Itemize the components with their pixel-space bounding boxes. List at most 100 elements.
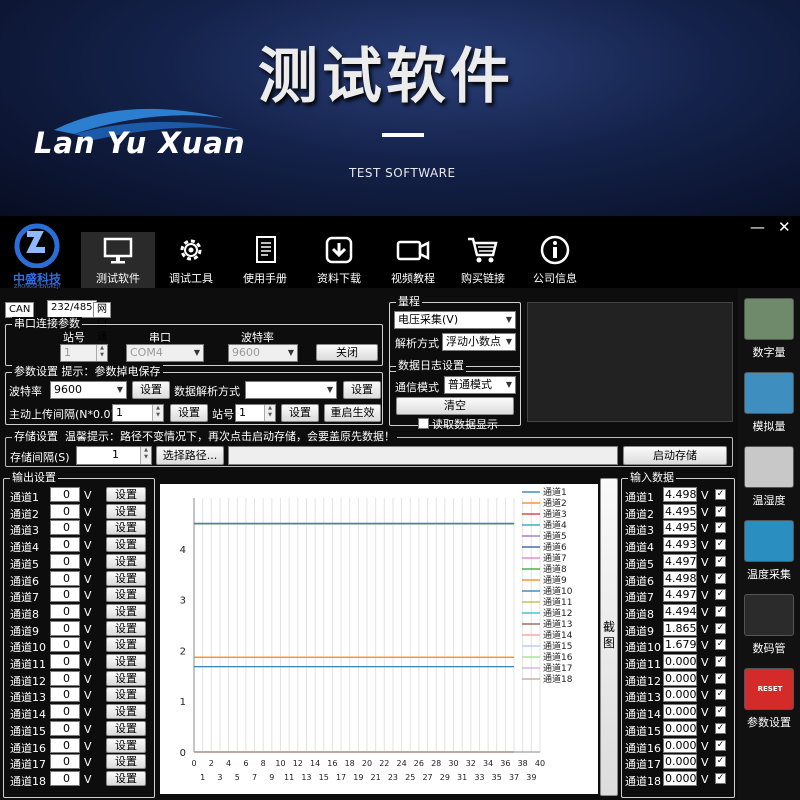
- nav-video-tutorials[interactable]: 视频教程: [376, 230, 450, 288]
- output-set-button[interactable]: 设置: [106, 587, 146, 603]
- close-port-button[interactable]: 关闭: [316, 344, 378, 361]
- station-input[interactable]: 1 ▲ ▼: [60, 344, 108, 362]
- nav-company-info[interactable]: 公司信息: [518, 230, 592, 288]
- nav-purchase-link[interactable]: 购买链接: [446, 230, 520, 288]
- output-set-button[interactable]: 设置: [106, 570, 146, 586]
- side-item-1[interactable]: 模拟量: [738, 368, 800, 438]
- output-value-input[interactable]: 0: [50, 654, 80, 669]
- comm-mode-select[interactable]: 普通模式 ▼: [444, 376, 516, 394]
- close-window-button[interactable]: ✕: [778, 218, 791, 236]
- input-channel-checkbox[interactable]: ✓: [715, 689, 726, 701]
- input-channel-checkbox[interactable]: ✓: [715, 656, 726, 667]
- nav-test-software[interactable]: 测试软件: [81, 232, 155, 288]
- output-set-button[interactable]: 设置: [106, 537, 146, 553]
- set-upload-button[interactable]: 设置: [170, 404, 208, 422]
- set-baud-button[interactable]: 设置: [132, 381, 170, 399]
- tab-ethernet[interactable]: 网口通信: [93, 302, 111, 357]
- output-value-input[interactable]: 0: [50, 637, 80, 653]
- screenshot-button[interactable]: 截图: [600, 478, 618, 796]
- input-channel-checkbox[interactable]: ✓: [715, 706, 726, 718]
- output-value-input[interactable]: 0: [50, 537, 80, 553]
- set-parse-button[interactable]: 设置: [343, 381, 381, 399]
- side-item-3[interactable]: 温度采集: [738, 516, 800, 586]
- output-set-button[interactable]: 设置: [106, 637, 146, 653]
- output-value-input[interactable]: 0: [50, 570, 80, 586]
- input-channel-checkbox[interactable]: ✓: [715, 739, 726, 751]
- output-value-input[interactable]: 0: [50, 754, 80, 770]
- param-station-input[interactable]: 1 ▲ ▼: [235, 404, 276, 422]
- input-channel-checkbox[interactable]: ✓: [715, 622, 726, 634]
- output-set-button[interactable]: 设置: [106, 654, 146, 669]
- output-value-input[interactable]: 0: [50, 704, 80, 720]
- output-value-input[interactable]: 0: [50, 520, 80, 536]
- input-channel-checkbox[interactable]: ✓: [715, 522, 726, 534]
- choose-path-button[interactable]: 选择路径...: [156, 446, 224, 465]
- side-item-0[interactable]: 数字量: [738, 294, 800, 364]
- input-channel-checkbox[interactable]: ✓: [715, 605, 726, 617]
- output-value-input[interactable]: 0: [50, 670, 80, 686]
- input-channel-checkbox[interactable]: ✓: [715, 639, 726, 651]
- output-set-button[interactable]: 设置: [106, 720, 146, 736]
- output-set-button[interactable]: 设置: [106, 520, 146, 536]
- input-channel-checkbox[interactable]: ✓: [715, 555, 726, 567]
- tab-232-485[interactable]: 232/485: [47, 300, 97, 318]
- output-set-button[interactable]: 设置: [106, 770, 146, 786]
- input-channel-checkbox[interactable]: ✓: [715, 772, 726, 784]
- output-value-input[interactable]: 0: [50, 503, 80, 519]
- input-channel-label: 通道8: [625, 607, 654, 621]
- output-set-button[interactable]: 设置: [106, 620, 146, 636]
- output-value-input[interactable]: 0: [50, 737, 80, 753]
- side-item-2[interactable]: 温湿度: [738, 442, 800, 512]
- output-value-input[interactable]: 0: [50, 553, 80, 569]
- output-value-input[interactable]: 0: [50, 720, 80, 736]
- range-parse-label: 解析方式: [395, 337, 439, 350]
- output-set-button[interactable]: 设置: [106, 737, 146, 753]
- restart-effect-button[interactable]: 重启生效: [324, 404, 381, 422]
- output-set-button[interactable]: 设置: [106, 754, 146, 770]
- serial-baud-select[interactable]: 9600 ▼: [228, 344, 298, 362]
- output-set-button[interactable]: 设置: [106, 487, 146, 502]
- output-set-button[interactable]: 设置: [106, 503, 146, 519]
- start-storage-button[interactable]: 启动存储: [623, 446, 727, 465]
- nav-debug-tools[interactable]: 调试工具: [154, 230, 228, 288]
- storage-path-input[interactable]: [228, 446, 618, 465]
- output-set-button[interactable]: 设置: [106, 603, 146, 619]
- output-value-input[interactable]: 0: [50, 770, 80, 786]
- input-channel-checkbox[interactable]: ✓: [715, 572, 726, 584]
- parse-method-select[interactable]: ▼: [245, 381, 337, 399]
- nav-downloads[interactable]: 资料下载: [302, 230, 376, 288]
- input-channel-checkbox[interactable]: ✓: [715, 756, 726, 768]
- clear-button[interactable]: 清空: [396, 397, 514, 415]
- input-channel-checkbox[interactable]: ✓: [715, 539, 726, 551]
- param-baud-select[interactable]: 9600 ▼: [50, 381, 127, 399]
- output-value-input[interactable]: 0: [50, 587, 80, 603]
- tab-can[interactable]: CAN通信: [5, 302, 35, 329]
- input-channel-checkbox[interactable]: ✓: [715, 505, 726, 517]
- storage-interval-input[interactable]: 1 ▲ ▼: [76, 446, 152, 465]
- upload-interval-input[interactable]: 1 ▲ ▼: [112, 404, 164, 422]
- x-tick-label: 24: [397, 759, 407, 768]
- range-select[interactable]: 电压采集(V) ▼: [394, 311, 516, 329]
- input-channel-checkbox[interactable]: ✓: [715, 672, 726, 684]
- range-parse-select[interactable]: 浮动小数点 ▼: [442, 333, 516, 351]
- output-value-input[interactable]: 0: [50, 487, 80, 502]
- output-set-button[interactable]: 设置: [106, 687, 146, 703]
- input-channel-checkbox[interactable]: ✓: [715, 722, 726, 734]
- minimize-button[interactable]: —: [750, 218, 765, 236]
- output-set-button[interactable]: 设置: [106, 670, 146, 686]
- output-value-input[interactable]: 0: [50, 687, 80, 703]
- nav-user-manual[interactable]: 使用手册: [228, 230, 302, 288]
- set-station-button[interactable]: 设置: [281, 404, 319, 422]
- input-channel-checkbox[interactable]: ✓: [715, 489, 726, 500]
- y-tick-label: 2: [180, 646, 186, 657]
- side-item-5[interactable]: RESET 参数设置: [738, 664, 800, 734]
- output-set-button[interactable]: 设置: [106, 704, 146, 720]
- side-item-4[interactable]: 数码管: [738, 590, 800, 660]
- x-tick-label: 30: [448, 759, 458, 768]
- read-display-checkbox[interactable]: [418, 418, 429, 429]
- input-channel-checkbox[interactable]: ✓: [715, 589, 726, 601]
- output-value-input[interactable]: 0: [50, 620, 80, 636]
- output-set-button[interactable]: 设置: [106, 553, 146, 569]
- output-value-input[interactable]: 0: [50, 603, 80, 619]
- port-select[interactable]: COM4 ▼: [126, 344, 204, 362]
